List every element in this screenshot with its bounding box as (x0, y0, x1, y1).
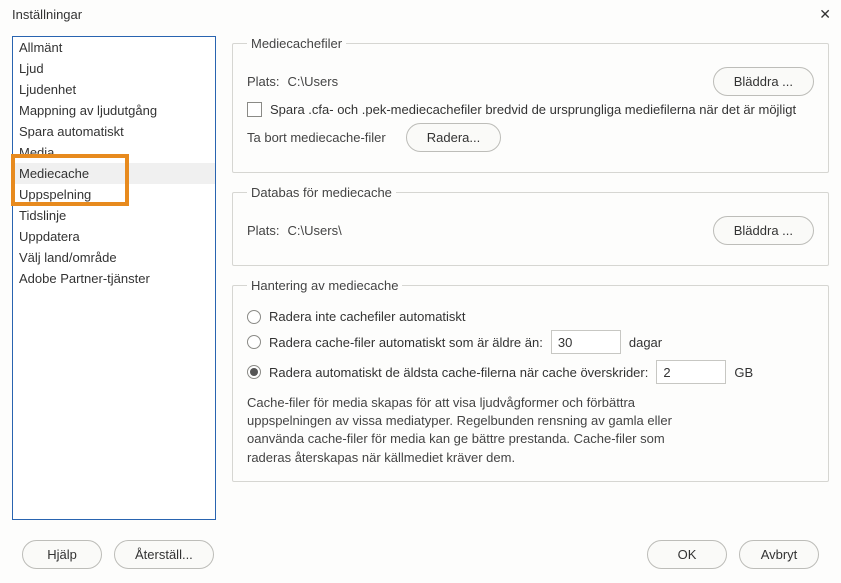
radio-size[interactable] (247, 365, 261, 379)
sidebar-item-label: Adobe Partner-tjänster (19, 271, 150, 286)
preferences-window: Inställningar ✕ Allmänt Ljud Ljudenhet M… (0, 0, 841, 583)
group-media-cache-db: Databas för mediecache Plats: C:\Users\ … (232, 185, 829, 266)
titlebar: Inställningar ✕ (0, 0, 841, 28)
opt-age-row: Radera cache-filer automatiskt som är äl… (247, 330, 814, 354)
opt-age-label: Radera cache-filer automatiskt som är äl… (269, 335, 543, 350)
ok-button[interactable]: OK (647, 540, 727, 569)
sidebar-item-label: Media (19, 145, 54, 160)
category-sidebar: Allmänt Ljud Ljudenhet Mappning av ljudu… (12, 36, 216, 520)
save-beside-label: Spara .cfa- och .pek-mediecachefiler bre… (270, 102, 796, 117)
footer-right: OK Avbryt (647, 540, 819, 569)
sidebar-item-mediacache[interactable]: Mediecache (13, 163, 215, 184)
sidebar-item-region[interactable]: Välj land/område (13, 247, 215, 268)
sidebar-item-timeline[interactable]: Tidslinje (13, 205, 215, 226)
sidebar-item-general[interactable]: Allmänt (13, 37, 215, 58)
sidebar-item-media[interactable]: Media (13, 142, 215, 163)
sidebar-item-label: Uppspelning (19, 187, 91, 202)
sidebar-item-audio-output-mapping[interactable]: Mappning av ljudutgång (13, 100, 215, 121)
browse-button[interactable]: Bläddra ... (713, 67, 814, 96)
sidebar-item-label: Ljud (19, 61, 44, 76)
size-input[interactable] (656, 360, 726, 384)
group-media-cache-files: Mediecachefiler Plats: C:\Users Bläddra … (232, 36, 829, 173)
group-legend: Mediecachefiler (247, 36, 346, 51)
age-unit: dagar (629, 335, 662, 350)
content-area: Allmänt Ljud Ljudenhet Mappning av ljudu… (0, 28, 841, 530)
group-legend: Databas för mediecache (247, 185, 396, 200)
location-row: Plats: C:\Users Bläddra ... (247, 67, 814, 96)
db-browse-button[interactable]: Bläddra ... (713, 216, 814, 245)
opt-none-label: Radera inte cachefiler automatiskt (269, 309, 466, 324)
cache-help-text: Cache-filer för media skapas för att vis… (247, 394, 677, 467)
settings-main: Mediecachefiler Plats: C:\Users Bläddra … (232, 36, 829, 530)
radio-none[interactable] (247, 310, 261, 324)
save-beside-row: Spara .cfa- och .pek-mediecachefiler bre… (247, 102, 814, 117)
sidebar-item-playback[interactable]: Uppspelning (13, 184, 215, 205)
remove-cache-label: Ta bort mediecache-filer (247, 130, 386, 145)
location-label: Plats: (247, 74, 280, 89)
location-path: C:\Users (288, 74, 705, 89)
sidebar-item-label: Spara automatiskt (19, 124, 124, 139)
footer-left: Hjälp Återställ... (22, 540, 214, 569)
sidebar-item-label: Tidslinje (19, 208, 66, 223)
opt-size-label: Radera automatiskt de äldsta cache-filer… (269, 365, 648, 380)
sidebar-item-audio-device[interactable]: Ljudenhet (13, 79, 215, 100)
window-title: Inställningar (12, 7, 82, 22)
radio-age[interactable] (247, 335, 261, 349)
dialog-footer: Hjälp Återställ... OK Avbryt (0, 530, 841, 583)
sidebar-item-label: Mappning av ljudutgång (19, 103, 157, 118)
sidebar-item-label: Ljudenhet (19, 82, 76, 97)
help-button[interactable]: Hjälp (22, 540, 102, 569)
sidebar-item-label: Välj land/område (19, 250, 117, 265)
cancel-button[interactable]: Avbryt (739, 540, 819, 569)
age-input[interactable] (551, 330, 621, 354)
opt-none-row: Radera inte cachefiler automatiskt (247, 309, 814, 324)
sidebar-item-label: Uppdatera (19, 229, 80, 244)
group-legend: Hantering av mediecache (247, 278, 402, 293)
remove-cache-row: Ta bort mediecache-filer Radera... (247, 123, 814, 152)
sidebar-item-update[interactable]: Uppdatera (13, 226, 215, 247)
size-unit: GB (734, 365, 753, 380)
save-beside-checkbox[interactable] (247, 102, 262, 117)
sidebar-item-label: Mediecache (19, 166, 89, 181)
db-location-row: Plats: C:\Users\ Bläddra ... (247, 216, 814, 245)
db-location-label: Plats: (247, 223, 280, 238)
group-cache-management: Hantering av mediecache Radera inte cach… (232, 278, 829, 482)
db-location-path: C:\Users\ (288, 223, 705, 238)
close-icon[interactable]: ✕ (819, 7, 831, 21)
sidebar-item-audio[interactable]: Ljud (13, 58, 215, 79)
sidebar-item-partner-services[interactable]: Adobe Partner-tjänster (13, 268, 215, 289)
reset-button[interactable]: Återställ... (114, 540, 214, 569)
sidebar-item-autosave[interactable]: Spara automatiskt (13, 121, 215, 142)
sidebar-item-label: Allmänt (19, 40, 62, 55)
delete-cache-button[interactable]: Radera... (406, 123, 501, 152)
opt-size-row: Radera automatiskt de äldsta cache-filer… (247, 360, 814, 384)
